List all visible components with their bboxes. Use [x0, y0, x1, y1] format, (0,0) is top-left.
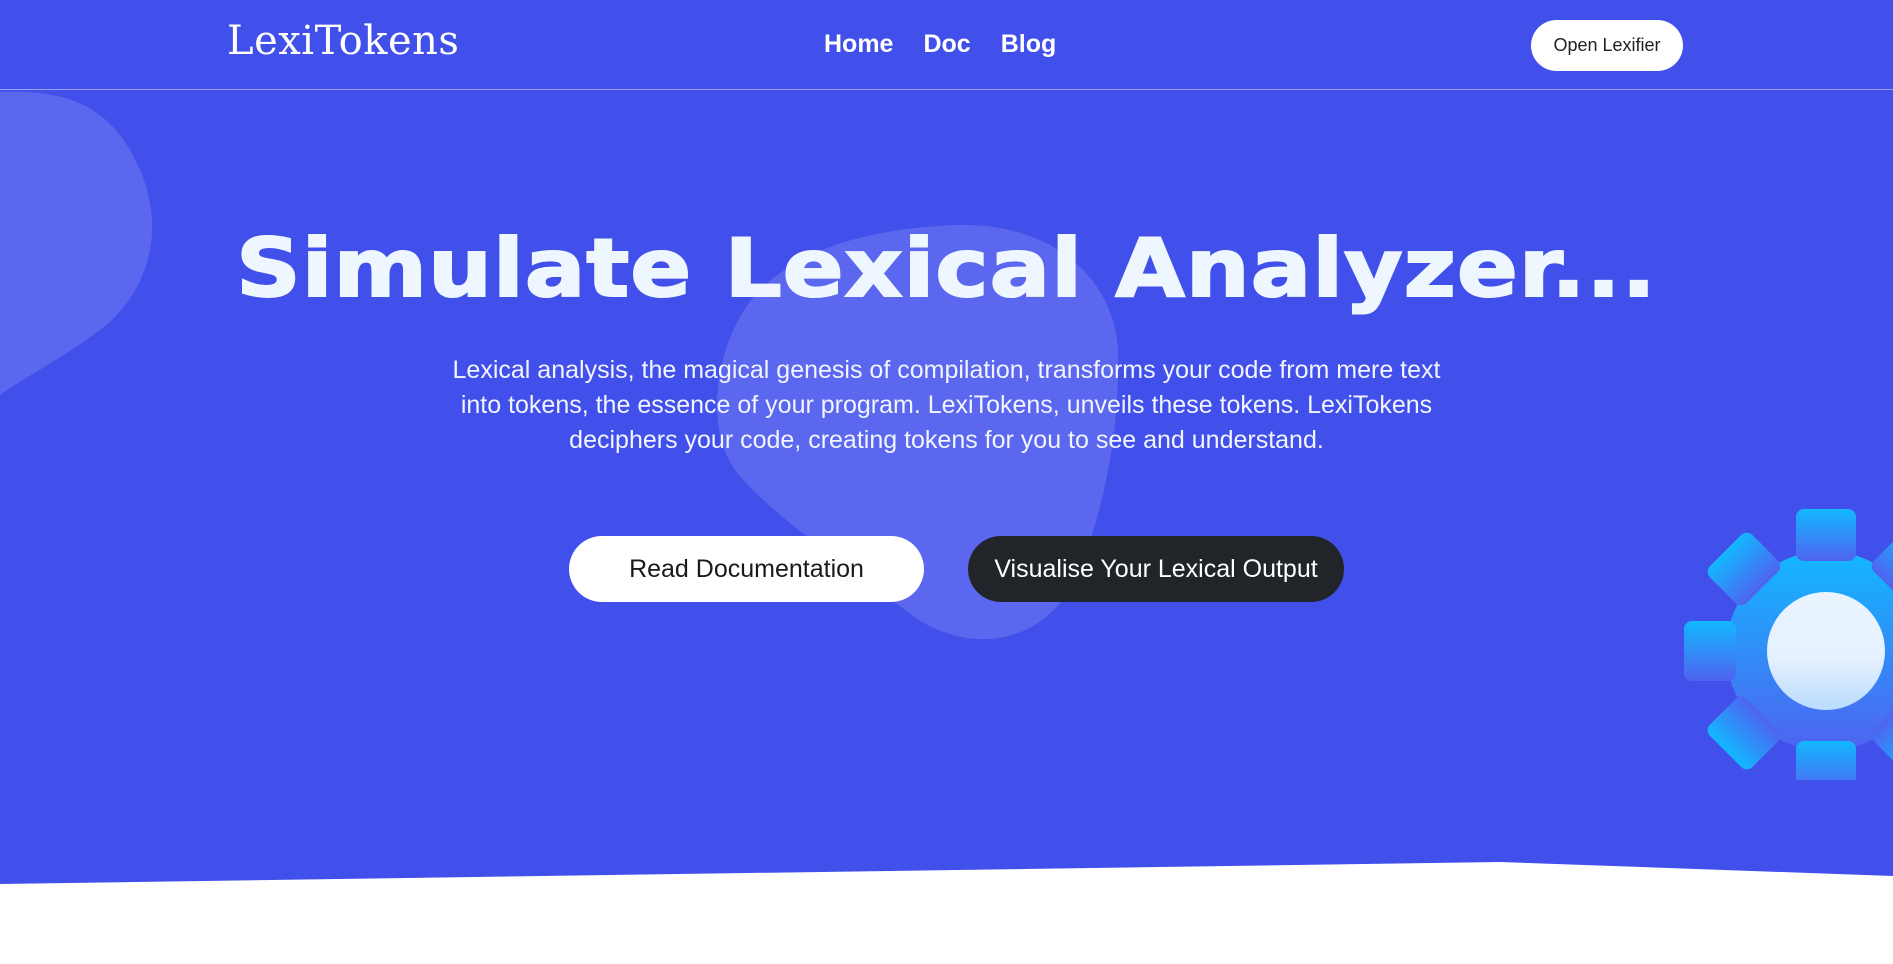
hero-background — [0, 0, 1893, 884]
open-lexifier-button[interactable]: Open Lexifier — [1531, 20, 1683, 71]
nav-blog[interactable]: Blog — [1001, 30, 1057, 59]
hero-title: Simulate Lexical Analyzer... — [235, 221, 1657, 316]
gear-icon — [1684, 509, 1893, 780]
top-navbar: LexiTokens Home Doc Blog Open Lexifier — [0, 0, 1893, 90]
nav-doc[interactable]: Doc — [923, 30, 970, 59]
nav-home[interactable]: Home — [824, 30, 893, 59]
visualise-output-button[interactable]: Visualise Your Lexical Output — [968, 536, 1344, 602]
brand-logo[interactable]: LexiTokens — [227, 18, 459, 64]
main-nav: Home Doc Blog — [824, 30, 1056, 59]
read-documentation-button[interactable]: Read Documentation — [569, 536, 924, 602]
hero-section: LexiTokens Home Doc Blog Open Lexifier S… — [0, 0, 1893, 964]
hero-description: Lexical analysis, the magical genesis of… — [452, 356, 1441, 454]
